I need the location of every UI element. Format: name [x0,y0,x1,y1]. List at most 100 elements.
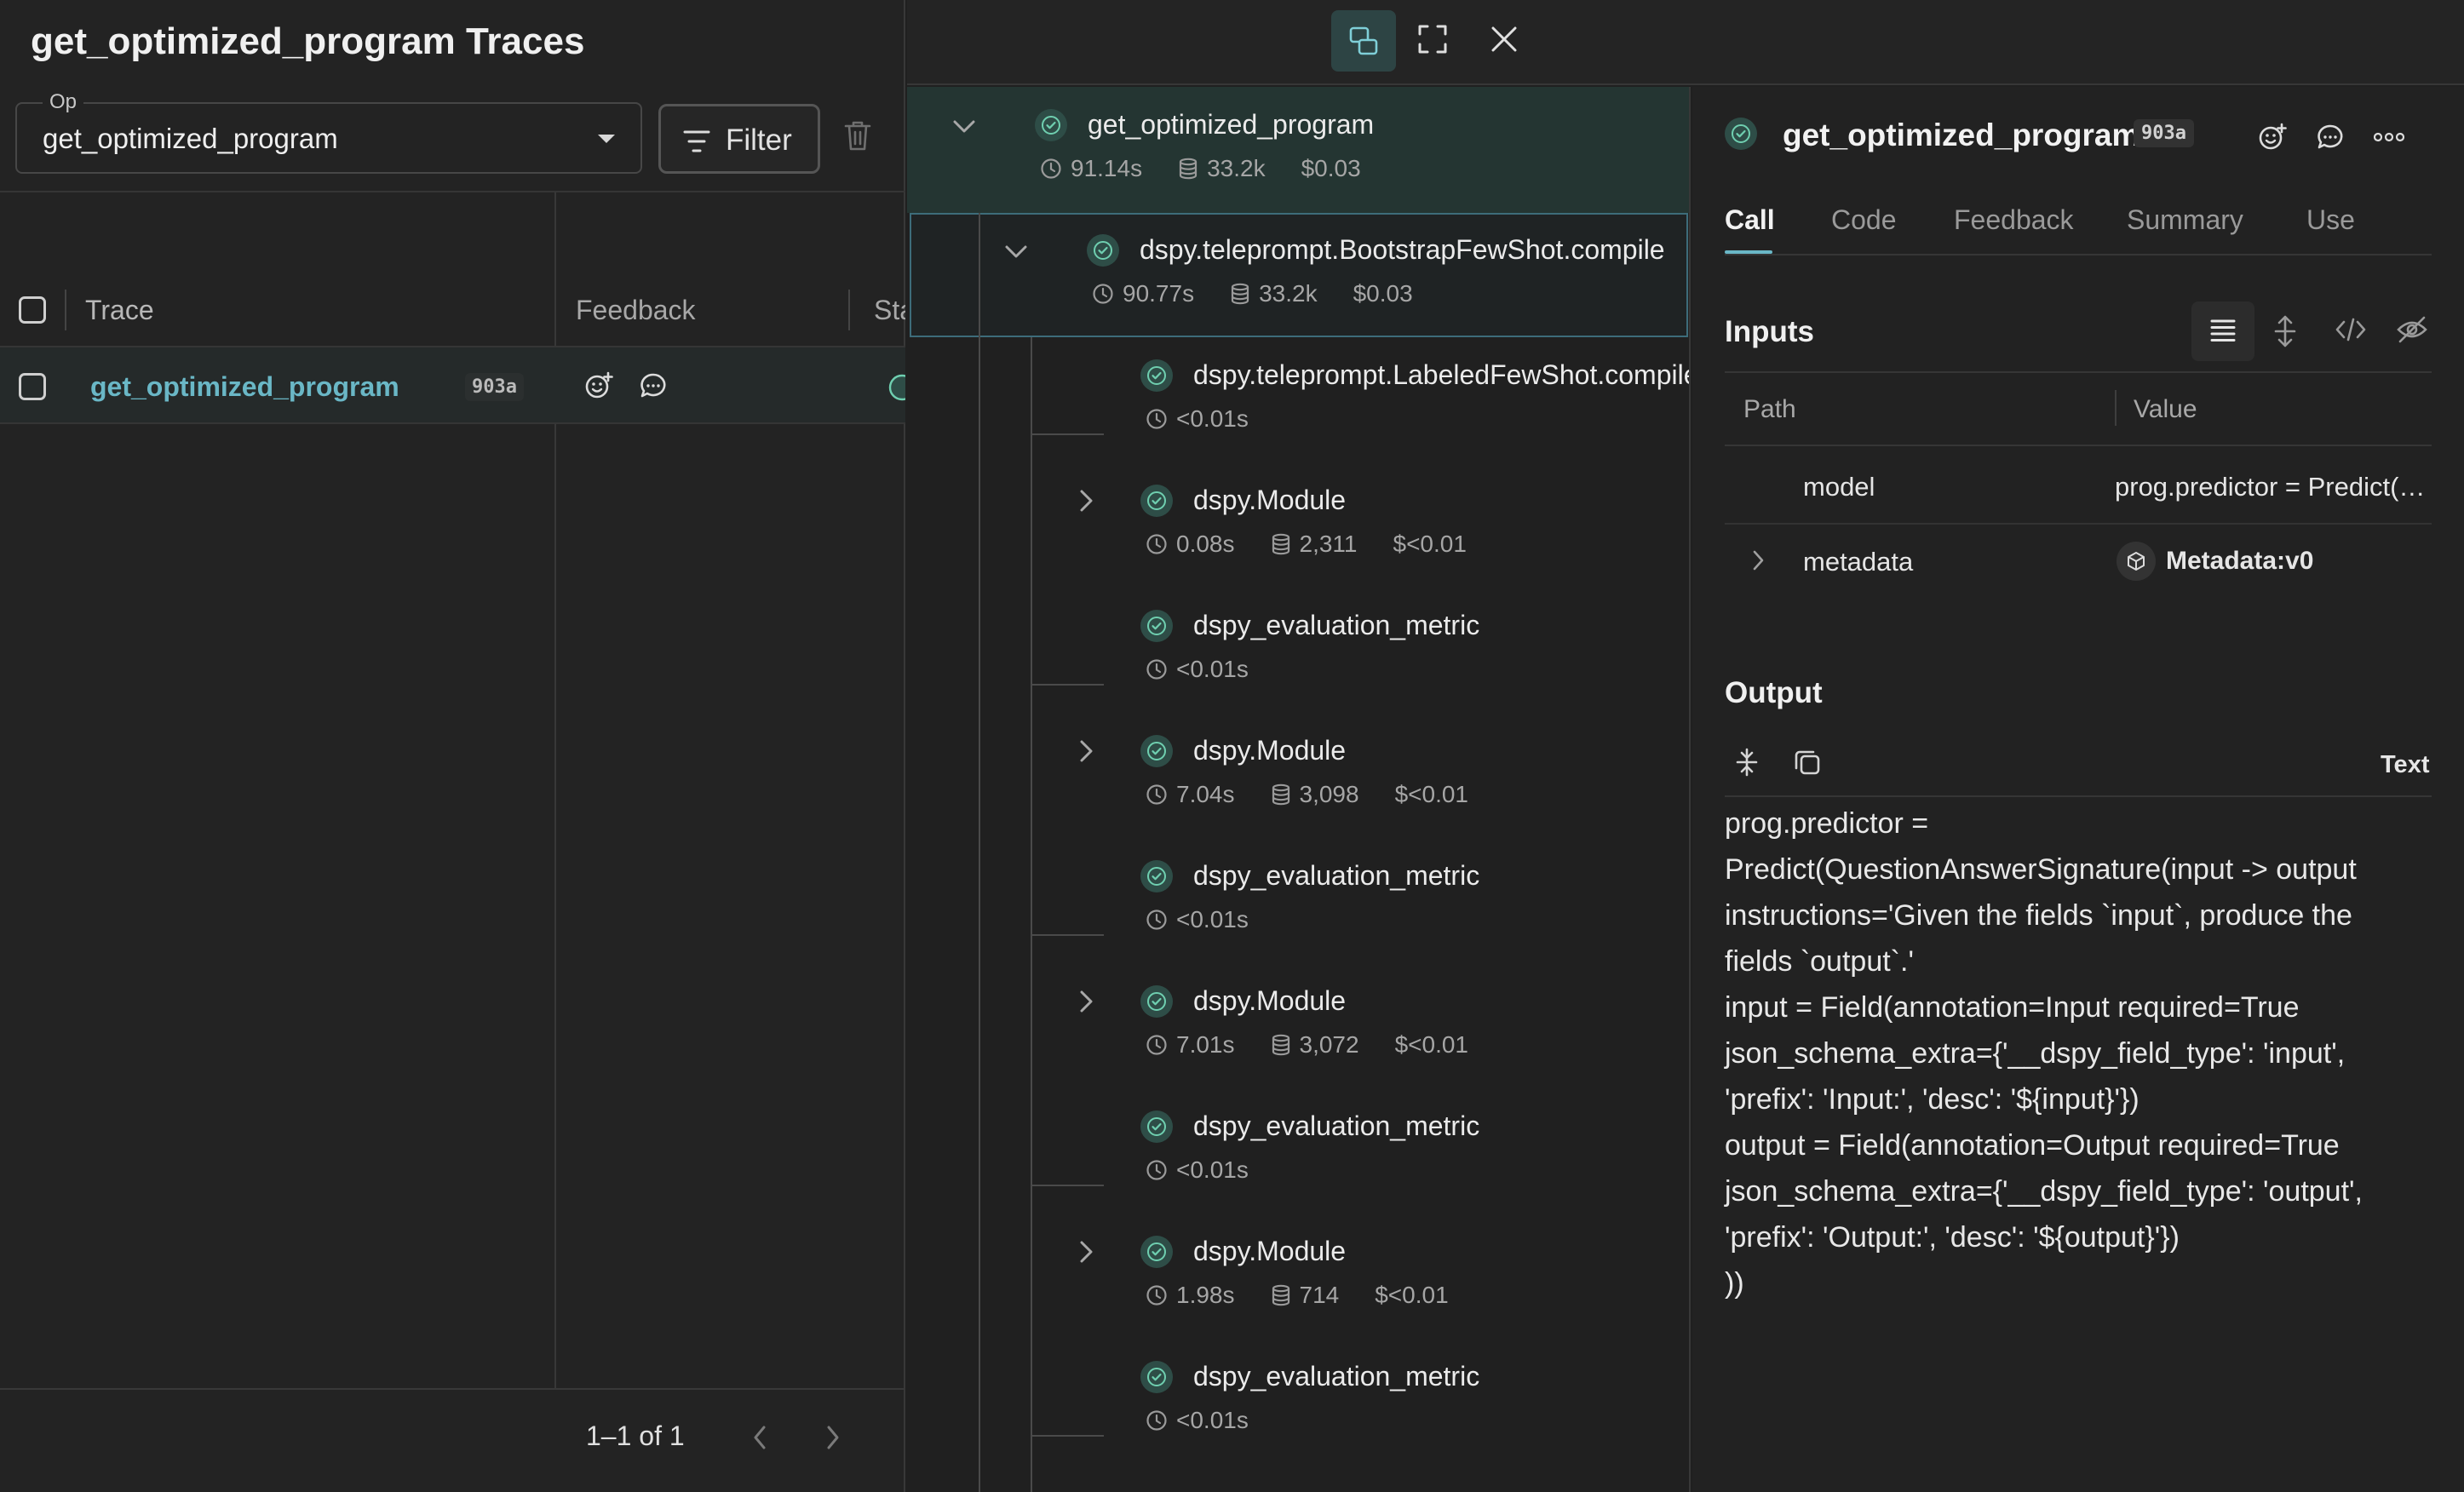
node-duration: <0.01s [1176,656,1249,682]
more-horizontal-icon[interactable] [2374,131,2404,143]
chevron-left-icon[interactable] [750,1424,770,1451]
op-select[interactable]: Op get_optimized_program [15,90,642,174]
tree-node-name[interactable]: dspy.teleprompt.BootstrapFewShot.compile [1140,234,1665,266]
check-circle-icon [1140,735,1173,767]
row-checkbox[interactable] [19,373,46,400]
list-icon [2210,319,2236,341]
filter-button-label: Filter [726,123,792,157]
op-select-value: get_optimized_program [43,123,338,154]
tree-node-name[interactable]: get_optimized_program [1088,109,1374,141]
tree-node-meta: 90.77s 33.2k $0.03 [1092,280,1413,307]
divider [1725,795,2432,797]
tree-node-name[interactable]: dspy.teleprompt.LabeledFewShot.compile [1193,359,1689,391]
call-detail-panel: get_optimized_program 903a Call Code Fee… [1692,87,2464,1492]
database-icon [1231,283,1249,305]
clock-icon [1146,659,1167,680]
tree-node-meta: 1.98s 714 $<0.01 [1146,1282,1449,1309]
fullscreen-icon[interactable] [1417,24,1448,55]
op-select-label: Op [43,90,84,114]
check-circle-icon [1140,1361,1173,1393]
collapse-icon[interactable] [1735,748,1759,777]
tree-node-name[interactable]: dspy.Module [1193,485,1346,516]
select-all-checkbox[interactable] [19,296,46,324]
tree-node-name[interactable]: dspy_evaluation_metric [1193,1361,1479,1392]
output-text: prog.predictor = Predict(QuestionAnswerS… [1725,801,2449,1306]
check-circle-icon [1140,610,1173,642]
trace-id-badge: 903a [465,373,524,401]
node-tokens: 2,311 [1299,531,1358,557]
column-header-trace[interactable]: Trace [85,295,154,326]
tab-call[interactable]: Call [1725,204,1775,236]
tree-node-name[interactable]: dspy_evaluation_metric [1193,860,1479,892]
tree-node-name[interactable]: dspy.Module [1193,985,1346,1017]
split-view-icon [1349,26,1378,55]
node-cost: $<0.01 [1394,781,1468,807]
status-icon [886,371,905,404]
clock-icon [1041,158,1061,179]
chevron-right-icon[interactable] [1077,1239,1096,1265]
tree-node-meta: 0.08s 2,311 $<0.01 [1146,531,1467,558]
code-icon[interactable] [2335,315,2367,344]
tree-node-name[interactable]: dspy_evaluation_metric [1193,1110,1479,1142]
add-reaction-icon[interactable] [2258,123,2287,152]
node-duration: <0.01s [1176,1407,1249,1433]
tab-code[interactable]: Code [1831,204,1897,236]
node-duration: <0.01s [1176,1156,1249,1183]
add-reaction-icon[interactable] [584,371,613,400]
tree-node-name[interactable]: dspy.Module [1193,1236,1346,1267]
chevron-right-icon[interactable] [823,1424,843,1451]
expand-rows-icon[interactable] [2273,315,2297,347]
chevron-down-icon[interactable] [1003,243,1029,261]
node-tokens: 3,072 [1299,1031,1359,1058]
tab-use[interactable]: Use [2306,204,2355,236]
table-row[interactable]: get_optimized_program 903a [0,347,905,424]
database-icon [1179,158,1198,180]
trash-icon[interactable] [843,119,872,152]
metadata-object-link[interactable]: Metadata:v0 [2166,547,2313,576]
column-separator [2115,390,2117,426]
tab-summary[interactable]: Summary [2127,204,2243,236]
call-id-badge[interactable]: 903a [2134,119,2194,147]
check-circle-icon [1140,985,1173,1018]
clock-icon [1146,910,1167,930]
close-icon[interactable] [1490,26,1518,53]
node-tokens: 3,098 [1299,781,1359,807]
chevron-right-icon[interactable] [1750,548,1766,572]
output-line: fields `output`.' [1725,945,1914,978]
chevron-right-icon[interactable] [1077,989,1096,1014]
node-cost: $0.03 [1353,280,1413,307]
column-header-status[interactable]: Status [874,295,905,326]
chevron-down-icon[interactable] [951,118,977,136]
node-duration: 7.04s [1176,781,1235,807]
active-tab-indicator [1725,250,1772,254]
comment-icon[interactable] [2316,123,2345,152]
eye-off-icon[interactable] [2396,315,2428,344]
list-view-button[interactable] [2191,301,2254,361]
node-cost: $<0.01 [1375,1282,1449,1308]
output-line: json_schema_extra={'__dspy_field_type': … [1725,1175,2363,1208]
comment-icon[interactable] [639,371,668,400]
chevron-right-icon[interactable] [1077,488,1096,514]
node-duration: <0.01s [1176,906,1249,932]
check-circle-icon [1140,1110,1173,1143]
column-header-feedback[interactable]: Feedback [576,295,696,326]
tree-node-meta: <0.01s [1146,1156,1249,1184]
trace-link[interactable]: get_optimized_program [90,371,399,403]
tree-node-name[interactable]: dspy.Module [1193,735,1346,766]
split-view-button[interactable] [1331,10,1396,72]
chevron-right-icon[interactable] [1077,738,1096,764]
inputs-heading: Inputs [1725,315,1814,348]
node-duration: <0.01s [1176,405,1249,432]
tab-feedback[interactable]: Feedback [1954,204,2074,236]
tree-node-name[interactable]: dspy_evaluation_metric [1193,610,1479,641]
copy-icon[interactable] [1793,748,1822,777]
input-value-model[interactable]: prog.predictor = Predict(QuestionAnswerS… [2115,472,2432,502]
output-format-toggle[interactable]: Text [2381,751,2429,779]
database-icon [1272,1284,1289,1306]
filter-button[interactable]: Filter [658,104,820,174]
database-icon [1272,1034,1289,1056]
top-bar [907,0,2464,85]
check-circle-icon [1140,1236,1173,1268]
check-circle-icon [1087,234,1119,267]
check-circle-icon [1140,860,1173,892]
